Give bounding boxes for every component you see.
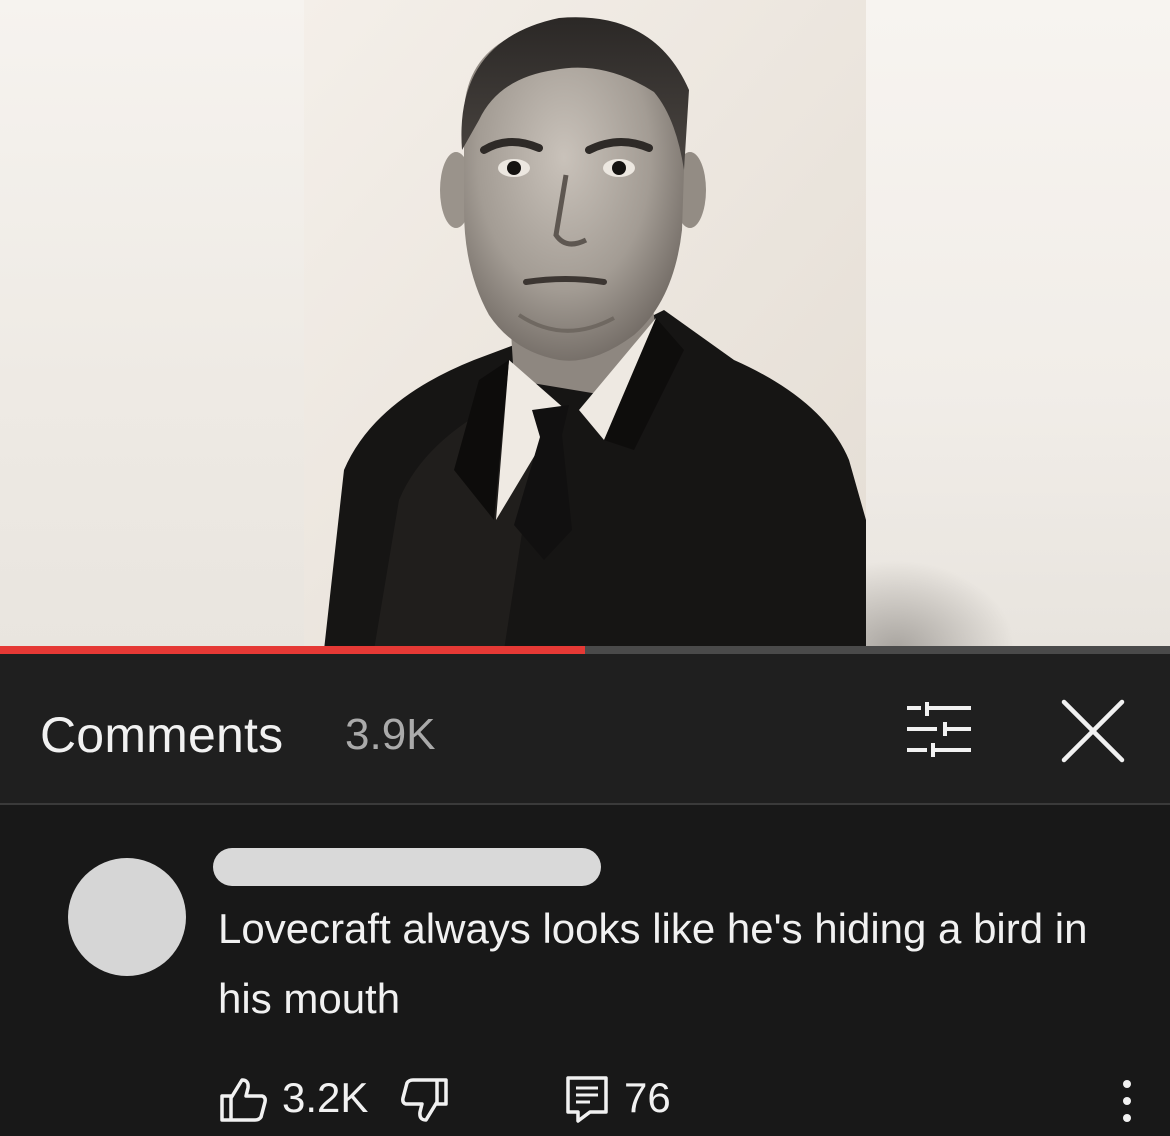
reply-count: 76 [624,1074,671,1121]
redacted-username-bar [213,848,601,886]
sort-filter-icon[interactable] [905,700,973,758]
reply-icon[interactable] [564,1074,610,1124]
header-divider [0,803,1170,805]
video-blurred-background-right [866,0,1170,650]
comment-actions: 3.2K 76 [0,1056,1170,1136]
comments-count: 3.9K [345,710,436,759]
video-player[interactable] [0,0,1170,650]
video-progress-fill [0,646,585,654]
video-frame-portrait [304,0,866,650]
close-icon[interactable] [1060,698,1126,764]
comment-item: Lovecraft always looks like he's hiding … [0,806,1170,1136]
thumbs-down-icon[interactable] [400,1076,450,1126]
avatar[interactable] [68,858,186,976]
more-vertical-icon[interactable] [1112,1076,1142,1126]
video-background-shadow [866,560,1016,650]
comment-text: Lovecraft always looks like he's hiding … [218,905,1088,1022]
thumbs-up-icon[interactable] [218,1074,268,1124]
video-blurred-background-left [0,0,304,650]
like-count: 3.2K [282,1074,369,1121]
comments-title: Comments [40,707,284,763]
comments-header: Comments 3.9K [0,654,1170,804]
video-progress-bar[interactable] [0,646,1170,654]
